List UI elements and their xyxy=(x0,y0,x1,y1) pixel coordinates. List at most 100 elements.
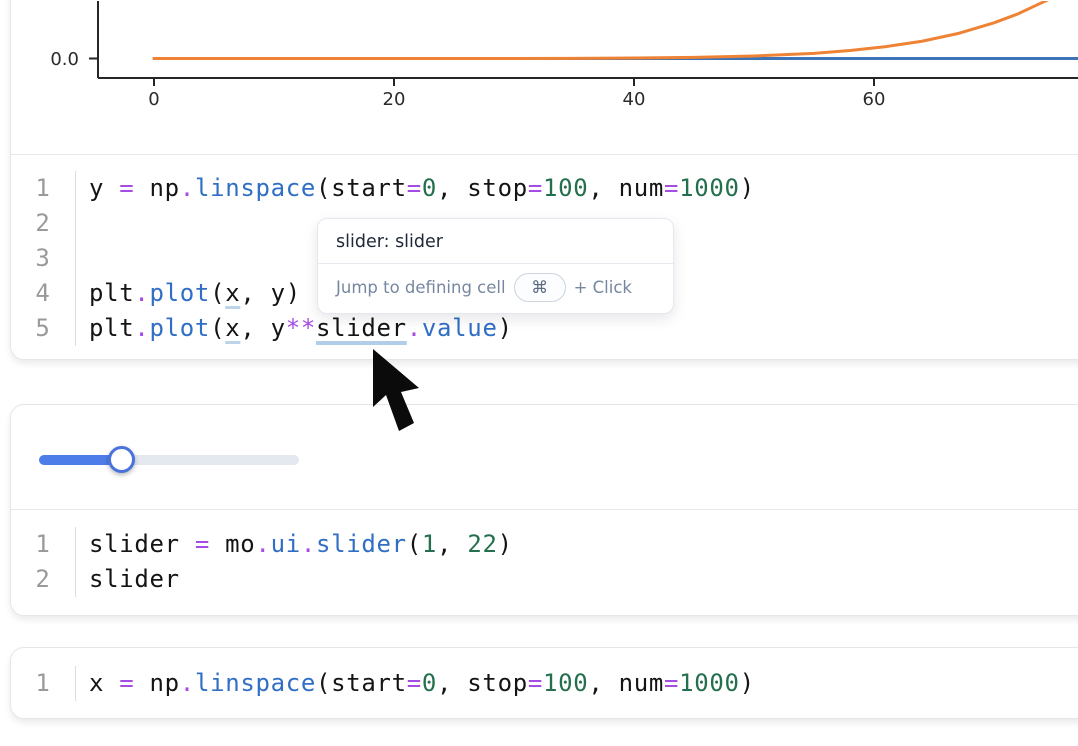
code-token: . xyxy=(180,669,195,697)
code-token: . xyxy=(301,530,316,558)
code-token: linspace xyxy=(195,669,316,697)
code-token: , xyxy=(437,530,467,558)
code-token: . xyxy=(134,279,149,307)
tooltip-footer: Jump to defining cell ⌘ + Click xyxy=(318,264,673,313)
marimo-notebook: 02040600.0 12345y = np.linspace(start=0,… xyxy=(0,0,1078,746)
code-token: ( xyxy=(407,530,422,558)
code-token: , stop xyxy=(437,174,528,202)
code-token: = xyxy=(664,669,679,697)
y-tick-label: 0.0 xyxy=(50,49,79,70)
code-token: plot xyxy=(150,279,211,307)
code-lines[interactable]: x = np.linspace(start=0, stop=100, num=1… xyxy=(76,666,1078,701)
code-line[interactable]: x = np.linspace(start=0, stop=100, num=1… xyxy=(89,666,1078,701)
code-token: = xyxy=(528,669,543,697)
code-token: = xyxy=(528,174,543,202)
matplotlib-line-chart: 0 20 40 60 0.0 xyxy=(11,1,1078,154)
code-token: plt xyxy=(89,314,134,342)
line-number-gutter: 12 xyxy=(11,527,76,597)
line-number: 1 xyxy=(11,171,75,206)
code-token: = xyxy=(407,174,422,202)
x-tick-label: 60 xyxy=(863,89,886,110)
code-token: = xyxy=(407,669,422,697)
plot-output: 0 20 40 60 0.0 xyxy=(11,0,1078,155)
code-token: ) xyxy=(498,314,513,342)
code-token: 1000 xyxy=(679,669,740,697)
line-number: 1 xyxy=(11,527,75,562)
code-token: linspace xyxy=(195,174,316,202)
code-token: ) xyxy=(740,174,755,202)
code-token: np xyxy=(134,669,179,697)
slider-track[interactable] xyxy=(39,455,299,465)
tooltip-click-hint: + Click xyxy=(574,278,632,297)
code-token: (start xyxy=(316,669,407,697)
variable-hover-tooltip: slider: slider Jump to defining cell ⌘ +… xyxy=(317,218,674,314)
code-token: = xyxy=(195,530,210,558)
code-token: x xyxy=(89,669,119,697)
line-number: 2 xyxy=(11,562,75,597)
tooltip-title: slider: slider xyxy=(318,219,673,263)
code-line[interactable]: slider xyxy=(89,562,1078,597)
code-token: , stop xyxy=(437,669,528,697)
code-token: , num xyxy=(588,174,664,202)
code-token: = xyxy=(119,669,134,697)
code-lines[interactable]: slider = mo.ui.slider(1, 22)slider xyxy=(76,527,1078,597)
code-token: = xyxy=(119,174,134,202)
code-token: 100 xyxy=(543,669,588,697)
code-token: , num xyxy=(588,669,664,697)
code-token: ( xyxy=(210,314,225,342)
code-token: , y xyxy=(240,314,285,342)
command-key-glyph: ⌘ xyxy=(531,278,548,298)
code-token[interactable]: x xyxy=(225,314,240,342)
cell-slider: 12slider = mo.ui.slider(1, 22)slider xyxy=(10,404,1078,616)
line-number: 3 xyxy=(11,241,75,276)
code-token: value xyxy=(422,314,498,342)
code-token: . xyxy=(134,314,149,342)
line-number-gutter: 12345 xyxy=(11,171,76,346)
code-line[interactable]: slider = mo.ui.slider(1, 22) xyxy=(89,527,1078,562)
x-tick-label: 40 xyxy=(623,89,646,110)
code-token: slider xyxy=(89,565,180,593)
code-token: . xyxy=(407,314,422,342)
code-token[interactable]: x xyxy=(225,279,240,307)
line-number: 2 xyxy=(11,206,75,241)
line-number: 4 xyxy=(11,276,75,311)
code-token: slider xyxy=(316,530,407,558)
code-token: 0 xyxy=(422,174,437,202)
code-token: ui xyxy=(271,530,301,558)
code-token: ** xyxy=(286,314,316,342)
line-number: 5 xyxy=(11,311,75,346)
code-token: ) xyxy=(498,530,513,558)
code-editor-x-cell[interactable]: 1 x = np.linspace(start=0, stop=100, num=… xyxy=(11,648,1078,701)
code-token: 100 xyxy=(543,174,588,202)
code-token: slider xyxy=(89,530,195,558)
slider-output xyxy=(11,405,1078,510)
code-token: , y) xyxy=(240,279,301,307)
x-tick-label: 0 xyxy=(148,89,159,110)
code-token: . xyxy=(255,530,270,558)
command-key-icon: ⌘ xyxy=(514,273,566,302)
code-token: ( xyxy=(210,279,225,307)
tooltip-action-label: Jump to defining cell xyxy=(336,278,506,297)
code-token: np xyxy=(134,174,179,202)
line-number-gutter: 1 xyxy=(11,666,76,701)
code-token: 22 xyxy=(467,530,497,558)
slider-handle[interactable] xyxy=(108,446,135,473)
code-token: = xyxy=(664,174,679,202)
x-tick-label: 20 xyxy=(383,89,406,110)
code-token: y xyxy=(89,174,119,202)
code-token: ) xyxy=(740,669,755,697)
code-token: plot xyxy=(150,314,211,342)
code-token: (start xyxy=(316,174,407,202)
series-y**slider.value xyxy=(154,1,1060,59)
code-line[interactable]: plt.plot(x, y**slider.value) xyxy=(89,311,1078,346)
code-token: mo xyxy=(210,530,255,558)
code-token: 1 xyxy=(422,530,437,558)
cell-x-definition: 1 x = np.linspace(start=0, stop=100, num=… xyxy=(10,647,1078,719)
code-token: plt xyxy=(89,279,134,307)
mouse-cursor-icon xyxy=(371,349,431,441)
code-line[interactable]: y = np.linspace(start=0, stop=100, num=1… xyxy=(89,171,1078,206)
code-editor-slider-cell[interactable]: 12slider = mo.ui.slider(1, 22)slider xyxy=(11,510,1078,597)
code-token: . xyxy=(180,174,195,202)
code-token[interactable]: slider xyxy=(316,314,407,342)
line-number: 1 xyxy=(11,666,75,701)
